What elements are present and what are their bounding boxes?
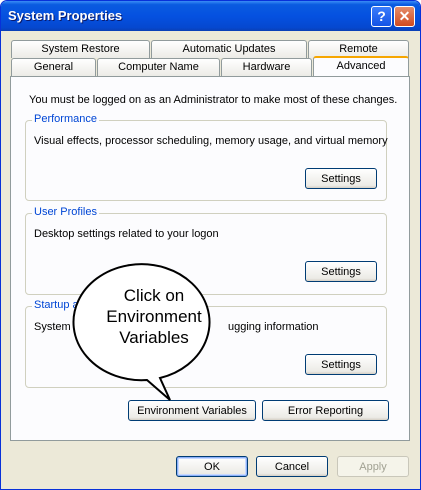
system-properties-window: System Properties ? ✕ System Restore Aut… <box>0 0 421 490</box>
performance-label: Performance <box>32 113 99 125</box>
error-reporting-button[interactable]: Error Reporting <box>262 400 389 421</box>
title-bar[interactable]: System Properties ? ✕ <box>1 1 420 31</box>
close-button[interactable]: ✕ <box>394 6 415 27</box>
user-profiles-description: Desktop settings related to your logon <box>34 228 219 240</box>
tab-automatic-updates[interactable]: Automatic Updates <box>151 40 307 58</box>
window-title: System Properties <box>8 8 123 23</box>
callout-line-2: Environment <box>106 307 202 326</box>
environment-variables-button[interactable]: Environment Variables <box>128 400 256 421</box>
admin-notice: You must be logged on as an Administrato… <box>29 94 398 106</box>
user-profiles-settings-button[interactable]: Settings <box>305 261 377 282</box>
cancel-button[interactable]: Cancel <box>256 456 328 477</box>
startup-recovery-settings-button[interactable]: Settings <box>305 354 377 375</box>
user-profiles-group: User Profiles Desktop settings related t… <box>25 206 387 295</box>
tab-general[interactable]: General <box>11 58 96 76</box>
tab-hardware[interactable]: Hardware <box>221 58 312 76</box>
tab-computer-name[interactable]: Computer Name <box>97 58 220 76</box>
advanced-tab-panel: You must be logged on as an Administrato… <box>10 76 410 441</box>
apply-button[interactable]: Apply <box>337 456 409 477</box>
performance-description: Visual effects, processor scheduling, me… <box>34 135 388 147</box>
callout-text: Click on Environment Variables <box>99 285 209 348</box>
callout-line-1: Click on <box>123 286 185 305</box>
callout-line-3: Variables <box>119 328 189 347</box>
performance-group: Performance Visual effects, processor sc… <box>25 113 388 201</box>
startup-recovery-label: Startup a <box>32 299 81 311</box>
user-profiles-label: User Profiles <box>32 206 99 218</box>
tab-system-restore[interactable]: System Restore <box>11 40 150 58</box>
ok-button[interactable]: OK <box>176 456 248 477</box>
performance-settings-button[interactable]: Settings <box>305 168 377 189</box>
close-icon: ✕ <box>398 8 411 24</box>
tab-advanced[interactable]: Advanced <box>313 56 409 76</box>
startup-recovery-description-left: System s <box>34 321 80 333</box>
startup-recovery-description-right: ugging information <box>228 321 319 333</box>
question-icon: ? <box>377 8 386 24</box>
help-button[interactable]: ? <box>371 6 392 27</box>
